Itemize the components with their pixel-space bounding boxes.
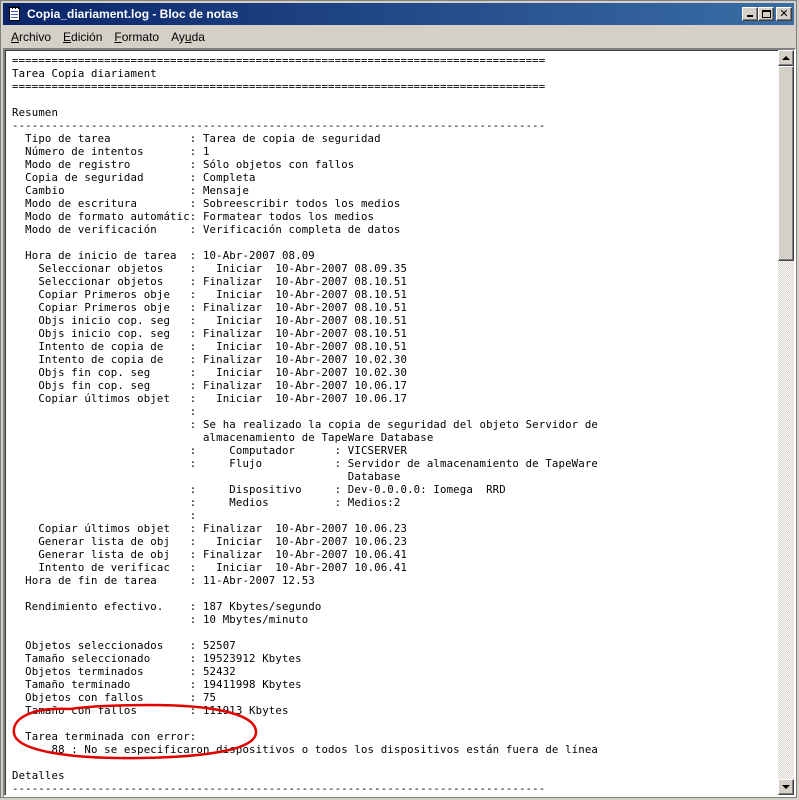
minimize-button[interactable]: [742, 7, 758, 21]
text-line: Número de intentos : 1: [12, 145, 210, 158]
text-line: Copia de seguridad : Completa: [12, 171, 256, 184]
window-title: Copia_diariament.log - Bloc de notas: [27, 7, 239, 21]
text-line: Seleccionar objetos : Finalizar 10-Abr-2…: [12, 275, 408, 288]
text-area[interactable]: ========================================…: [5, 50, 778, 795]
title-bar[interactable]: Copia_diariament.log - Bloc de notas ✕: [3, 3, 794, 25]
scroll-thumb[interactable]: [778, 66, 794, 261]
text-line: Database: [12, 470, 401, 483]
text-line: Intento de copia de : Finalizar 10-Abr-2…: [12, 353, 408, 366]
text-line: : Se ha realizado la copia de seguridad …: [12, 418, 599, 431]
text-line: Generar lista de obj : Iniciar 10-Abr-20…: [12, 535, 408, 548]
text-line: Objs fin cop. seg : Finalizar 10-Abr-200…: [12, 379, 408, 392]
text-line: Intento de verificac : Iniciar 10-Abr-20…: [12, 561, 408, 574]
text-line: : Dispositivo : Dev-0.0.0.0: Iomega RRD: [12, 483, 506, 496]
close-icon: ✕: [779, 7, 789, 20]
text-line: Intento de copia de : Iniciar 10-Abr-200…: [12, 340, 408, 353]
text-line: Seleccionar objetos : Iniciar 10-Abr-200…: [12, 262, 408, 275]
maximize-icon: [762, 10, 771, 18]
text-line: ----------------------------------------…: [12, 782, 546, 795]
text-line: Modo de formato automátic: Formatear tod…: [12, 210, 375, 223]
text-line: Cambio : Mensaje: [12, 184, 250, 197]
text-line: Objetos seleccionados : 52507: [12, 639, 236, 652]
minimize-icon: [747, 15, 753, 17]
scroll-down-button[interactable]: [778, 779, 794, 795]
close-button[interactable]: ✕: [776, 7, 792, 21]
maximize-button[interactable]: [758, 7, 774, 21]
text-line: Objetos con fallos : 75: [12, 691, 217, 704]
menu-bar: Archivo Edición Formato Ayuda: [3, 27, 794, 47]
text-line: Copiar Primeros obje : Finalizar 10-Abr-…: [12, 301, 408, 314]
text-line: Copiar últimos objet : Finalizar 10-Abr-…: [12, 522, 408, 535]
arrow-up-icon: [782, 56, 790, 60]
text-line: Copiar últimos objet : Iniciar 10-Abr-20…: [12, 392, 408, 405]
menu-edicion[interactable]: Edición: [57, 28, 108, 46]
menu-archivo[interactable]: Archivo: [3, 28, 57, 46]
text-line: Objetos terminados : 52432: [12, 665, 236, 678]
text-line: Generar lista de obj : Finalizar 10-Abr-…: [12, 548, 408, 561]
document-text[interactable]: ========================================…: [6, 51, 778, 795]
text-line: : 10 Mbytes/minuto: [12, 613, 309, 626]
text-line: almacenamiento de TapeWare Database: [12, 431, 434, 444]
text-line: Objs fin cop. seg : Iniciar 10-Abr-2007 …: [12, 366, 408, 379]
text-line: ========================================…: [12, 80, 546, 93]
text-line: 88 : No se especificaron dispositivos o …: [12, 743, 599, 756]
text-line: Modo de verificación : Verificación comp…: [12, 223, 401, 236]
text-line: Objs inicio cop. seg : Iniciar 10-Abr-20…: [12, 314, 408, 327]
text-line: :: [12, 509, 197, 522]
notepad-window: Copia_diariament.log - Bloc de notas ✕ A…: [0, 0, 797, 798]
arrow-down-icon: [782, 785, 790, 789]
text-line: Modo de escritura : Sobreescribir todos …: [12, 197, 401, 210]
text-line: : Flujo : Servidor de almacenamiento de …: [12, 457, 599, 470]
text-line: Tarea Copia diariament: [12, 67, 157, 80]
text-line: Resumen: [12, 106, 59, 119]
text-line: Detalles: [12, 769, 65, 782]
text-line: Objs inicio cop. seg : Finalizar 10-Abr-…: [12, 327, 408, 340]
text-line: Hora de inicio de tarea : 10-Abr-2007 08…: [12, 249, 315, 262]
text-line: Rendimiento efectivo. : 187 Kbytes/segun…: [12, 600, 322, 613]
text-editor[interactable]: ========================================…: [3, 48, 796, 797]
text-line: Tamaño seleccionado : 19523912 Kbytes: [12, 652, 302, 665]
text-line: : Medios : Medios:2: [12, 496, 401, 509]
vertical-scrollbar[interactable]: [778, 50, 794, 795]
menu-ayuda[interactable]: Ayuda: [165, 28, 211, 46]
text-line: Hora de fin de tarea : 11-Abr-2007 12.53: [12, 574, 315, 587]
text-line: Modo de registro : Sólo objetos con fall…: [12, 158, 355, 171]
menu-formato[interactable]: Formato: [108, 28, 165, 46]
scroll-up-button[interactable]: [778, 50, 794, 66]
text-line: :: [12, 405, 197, 418]
text-line: Copiar Primeros obje : Iniciar 10-Abr-20…: [12, 288, 408, 301]
window-controls: ✕: [742, 7, 792, 21]
text-line: Tipo de tarea : Tarea de copia de seguri…: [12, 132, 381, 145]
text-line: Tamaño terminado : 19411998 Kbytes: [12, 678, 302, 691]
notepad-icon[interactable]: [7, 6, 23, 22]
text-line: Tamaño con fallos : 111913 Kbytes: [12, 704, 289, 717]
text-line: ----------------------------------------…: [12, 119, 546, 132]
text-line: Tarea terminada con error:: [12, 730, 197, 743]
text-line: : Computador : VICSERVER: [12, 444, 408, 457]
text-line: ========================================…: [12, 54, 546, 67]
